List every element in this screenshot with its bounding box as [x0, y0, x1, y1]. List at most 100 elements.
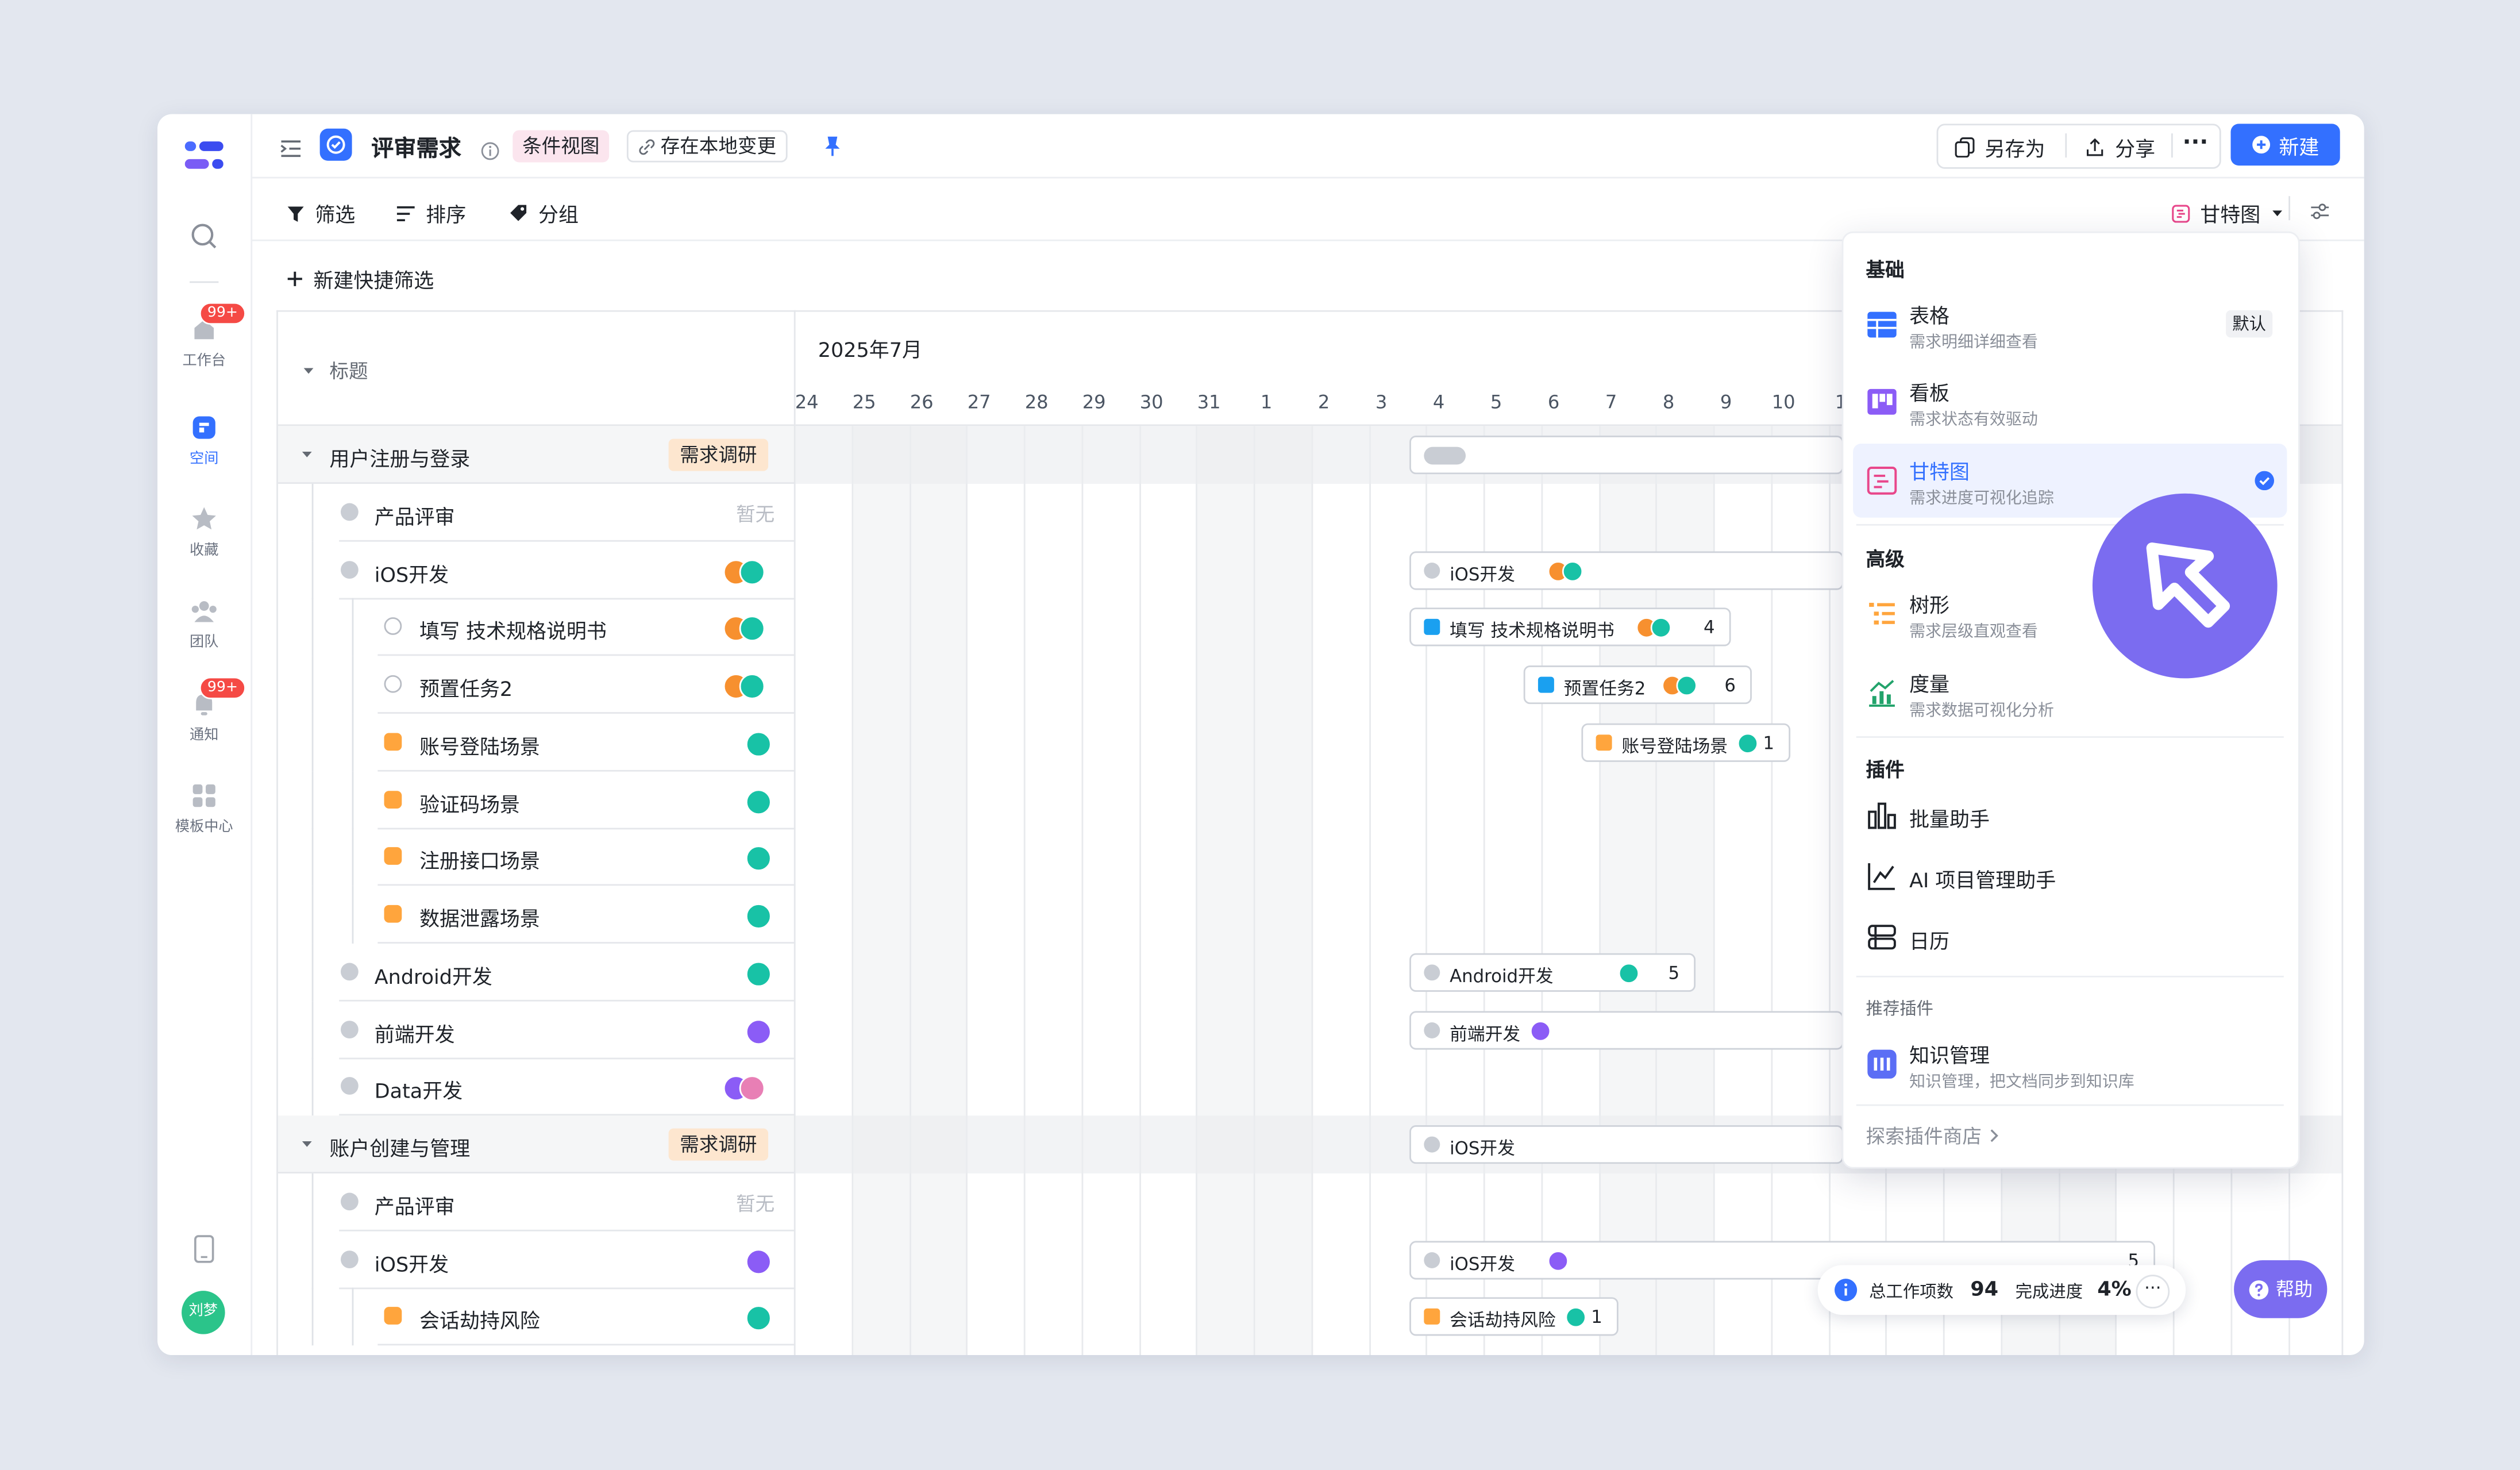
assignee-avatar[interactable] [745, 1306, 772, 1332]
status-dot[interactable] [341, 560, 359, 578]
info-icon [1834, 1279, 1858, 1302]
gantt-bar[interactable]: Android开发 5 [1409, 953, 1696, 992]
sidebar-toggle-icon[interactable] [280, 135, 302, 166]
status-circle[interactable] [384, 675, 402, 693]
group-row[interactable]: 用户注册与登录 需求调研 [278, 426, 796, 484]
assignee-avatar[interactable] [745, 1248, 772, 1274]
search-icon[interactable] [190, 222, 218, 257]
gantt-bar[interactable]: 账号登陆场景 1 [1581, 723, 1791, 762]
new-quick-filter-button[interactable]: 新建快捷筛选 [286, 264, 434, 294]
table-row[interactable]: 会话劫持风险 [278, 1288, 796, 1346]
user-avatar[interactable]: 刘梦 [182, 1291, 225, 1334]
gantt-bar[interactable]: 会话劫持风险 1 [1409, 1298, 1619, 1337]
table-row[interactable]: 前端开发 [278, 1000, 796, 1059]
divider [1856, 975, 2284, 978]
mobile-icon[interactable] [193, 1234, 215, 1270]
status-square[interactable] [384, 905, 402, 923]
status-dot[interactable] [341, 1249, 359, 1268]
view-option-kanban[interactable]: 看板 需求状态有效驱动 [1853, 365, 2287, 439]
gantt-bar[interactable]: 前端开发 [1409, 1010, 1844, 1049]
plugin-calendar[interactable]: 日历 [1853, 910, 2287, 964]
local-changes-tag[interactable]: 存在本地变更 [626, 130, 788, 163]
app-logo[interactable] [184, 140, 224, 178]
more-button[interactable]: ··· [2136, 1275, 2170, 1309]
table-row[interactable]: 填写 技术规格说明书 [278, 598, 796, 656]
filter-label: 筛选 [315, 202, 356, 227]
assignee-avatar[interactable] [745, 731, 772, 757]
status-tag[interactable]: 需求调研 [668, 438, 769, 471]
share-button[interactable]: 分享 [2084, 132, 2155, 162]
assignee-avatar[interactable] [739, 1076, 765, 1102]
assignee-avatar[interactable] [745, 1018, 772, 1044]
table-row[interactable]: 预置任务2 [278, 656, 796, 714]
table-row[interactable]: 数据泄露场景 [278, 886, 796, 944]
table-row[interactable]: 账号登陆场景 [278, 713, 796, 771]
filter-button[interactable]: 筛选 [286, 198, 355, 228]
nav-team[interactable]: 团队 [157, 597, 251, 651]
caret-down-icon[interactable] [300, 450, 313, 460]
status-dot[interactable] [341, 1019, 359, 1038]
status-dot[interactable] [341, 962, 359, 980]
view-switch-button[interactable]: 甘特图 [2171, 198, 2283, 228]
status-dot[interactable] [341, 1077, 359, 1095]
table-row[interactable]: iOS开发 [278, 541, 796, 599]
nav-workbench[interactable]: 工作台 99+ [157, 302, 251, 370]
table-row[interactable]: 注册接口场景 [278, 828, 796, 886]
group-row[interactable]: 账户创建与管理 需求调研 [278, 1115, 796, 1173]
more-icon[interactable]: ··· [2183, 130, 2209, 156]
table-row[interactable]: 产品评审 暂无 [278, 1173, 796, 1231]
info-icon[interactable] [480, 137, 500, 167]
nav-notifications[interactable]: 通知 99+ [157, 676, 251, 744]
quick-filter-label: 新建快捷筛选 [313, 268, 434, 293]
plugin-ai-assistant[interactable]: AI 项目管理助手 [1853, 849, 2287, 903]
gantt-bar[interactable]: iOS开发 [1409, 551, 1844, 590]
plugin-knowledge[interactable]: 知识管理 知识管理，把文档同步到知识库 [1853, 1027, 2287, 1101]
share-icon [2087, 138, 2103, 156]
assignee-avatar[interactable] [739, 559, 765, 584]
table-row[interactable]: 验证码场景 [278, 771, 796, 829]
table-row[interactable]: Data开发 [278, 1058, 796, 1116]
save-as-button[interactable]: 另存为 [1954, 132, 2045, 162]
assignee-avatar[interactable] [745, 903, 772, 929]
tree-line [311, 713, 314, 771]
nav-space[interactable]: 空间 [157, 413, 251, 468]
assignee-avatar[interactable] [739, 616, 765, 642]
table-row[interactable]: iOS开发 [278, 1230, 796, 1288]
sort-button[interactable]: 排序 [395, 198, 466, 228]
status-square[interactable] [384, 1307, 402, 1325]
group-button[interactable]: 分组 [508, 198, 579, 228]
plugin-store-link[interactable]: 探索插件商店 [1866, 1122, 1999, 1149]
status-circle[interactable] [384, 617, 402, 636]
nav-templates[interactable]: 模板中心 [157, 781, 251, 836]
gantt-bar[interactable]: 预置任务2 6 [1523, 665, 1752, 705]
title-column-header[interactable]: 标题 [302, 357, 368, 384]
gantt-bar[interactable]: iOS开发 [1409, 1125, 1844, 1164]
header: 评审需求 条件视图 存在本地变更 另存为 分享 ··· 新建 [251, 114, 2364, 179]
table-row[interactable]: Android开发 [278, 943, 796, 1001]
status-dot[interactable] [341, 1192, 359, 1210]
gantt-bar[interactable]: 填写 技术规格说明书 4 [1409, 608, 1731, 647]
status-dot[interactable] [341, 502, 359, 521]
status-tag[interactable]: 需求调研 [668, 1128, 769, 1161]
status-square[interactable] [384, 847, 402, 865]
status-square[interactable] [384, 790, 402, 808]
status-square[interactable] [384, 732, 402, 751]
assignee-avatar[interactable] [745, 846, 772, 872]
assignee-avatar[interactable] [739, 674, 765, 699]
assignee-avatar[interactable] [745, 961, 772, 987]
help-button[interactable]: 帮助 [2234, 1260, 2328, 1318]
view-condition-tag[interactable]: 条件视图 [513, 130, 610, 163]
view-option-table[interactable]: 表格 需求明细详细查看 默认 [1853, 288, 2287, 362]
table-row[interactable]: 产品评审 暂无 [278, 483, 796, 541]
pin-icon[interactable] [823, 133, 842, 164]
settings-sliders-icon[interactable] [2310, 198, 2330, 228]
group-summary-bar[interactable] [1409, 436, 1844, 475]
tree-line [311, 1173, 314, 1231]
assignee-avatar[interactable] [745, 788, 772, 814]
plugin-batch-assistant[interactable]: 批量助手 [1853, 788, 2287, 842]
row-title: 数据泄露场景 [419, 906, 540, 931]
caret-down-icon[interactable] [300, 1140, 313, 1149]
nav-favorites[interactable]: 收藏 [157, 505, 251, 559]
new-button[interactable]: 新建 [2230, 124, 2340, 166]
row-title: 用户注册与登录 [329, 447, 471, 471]
